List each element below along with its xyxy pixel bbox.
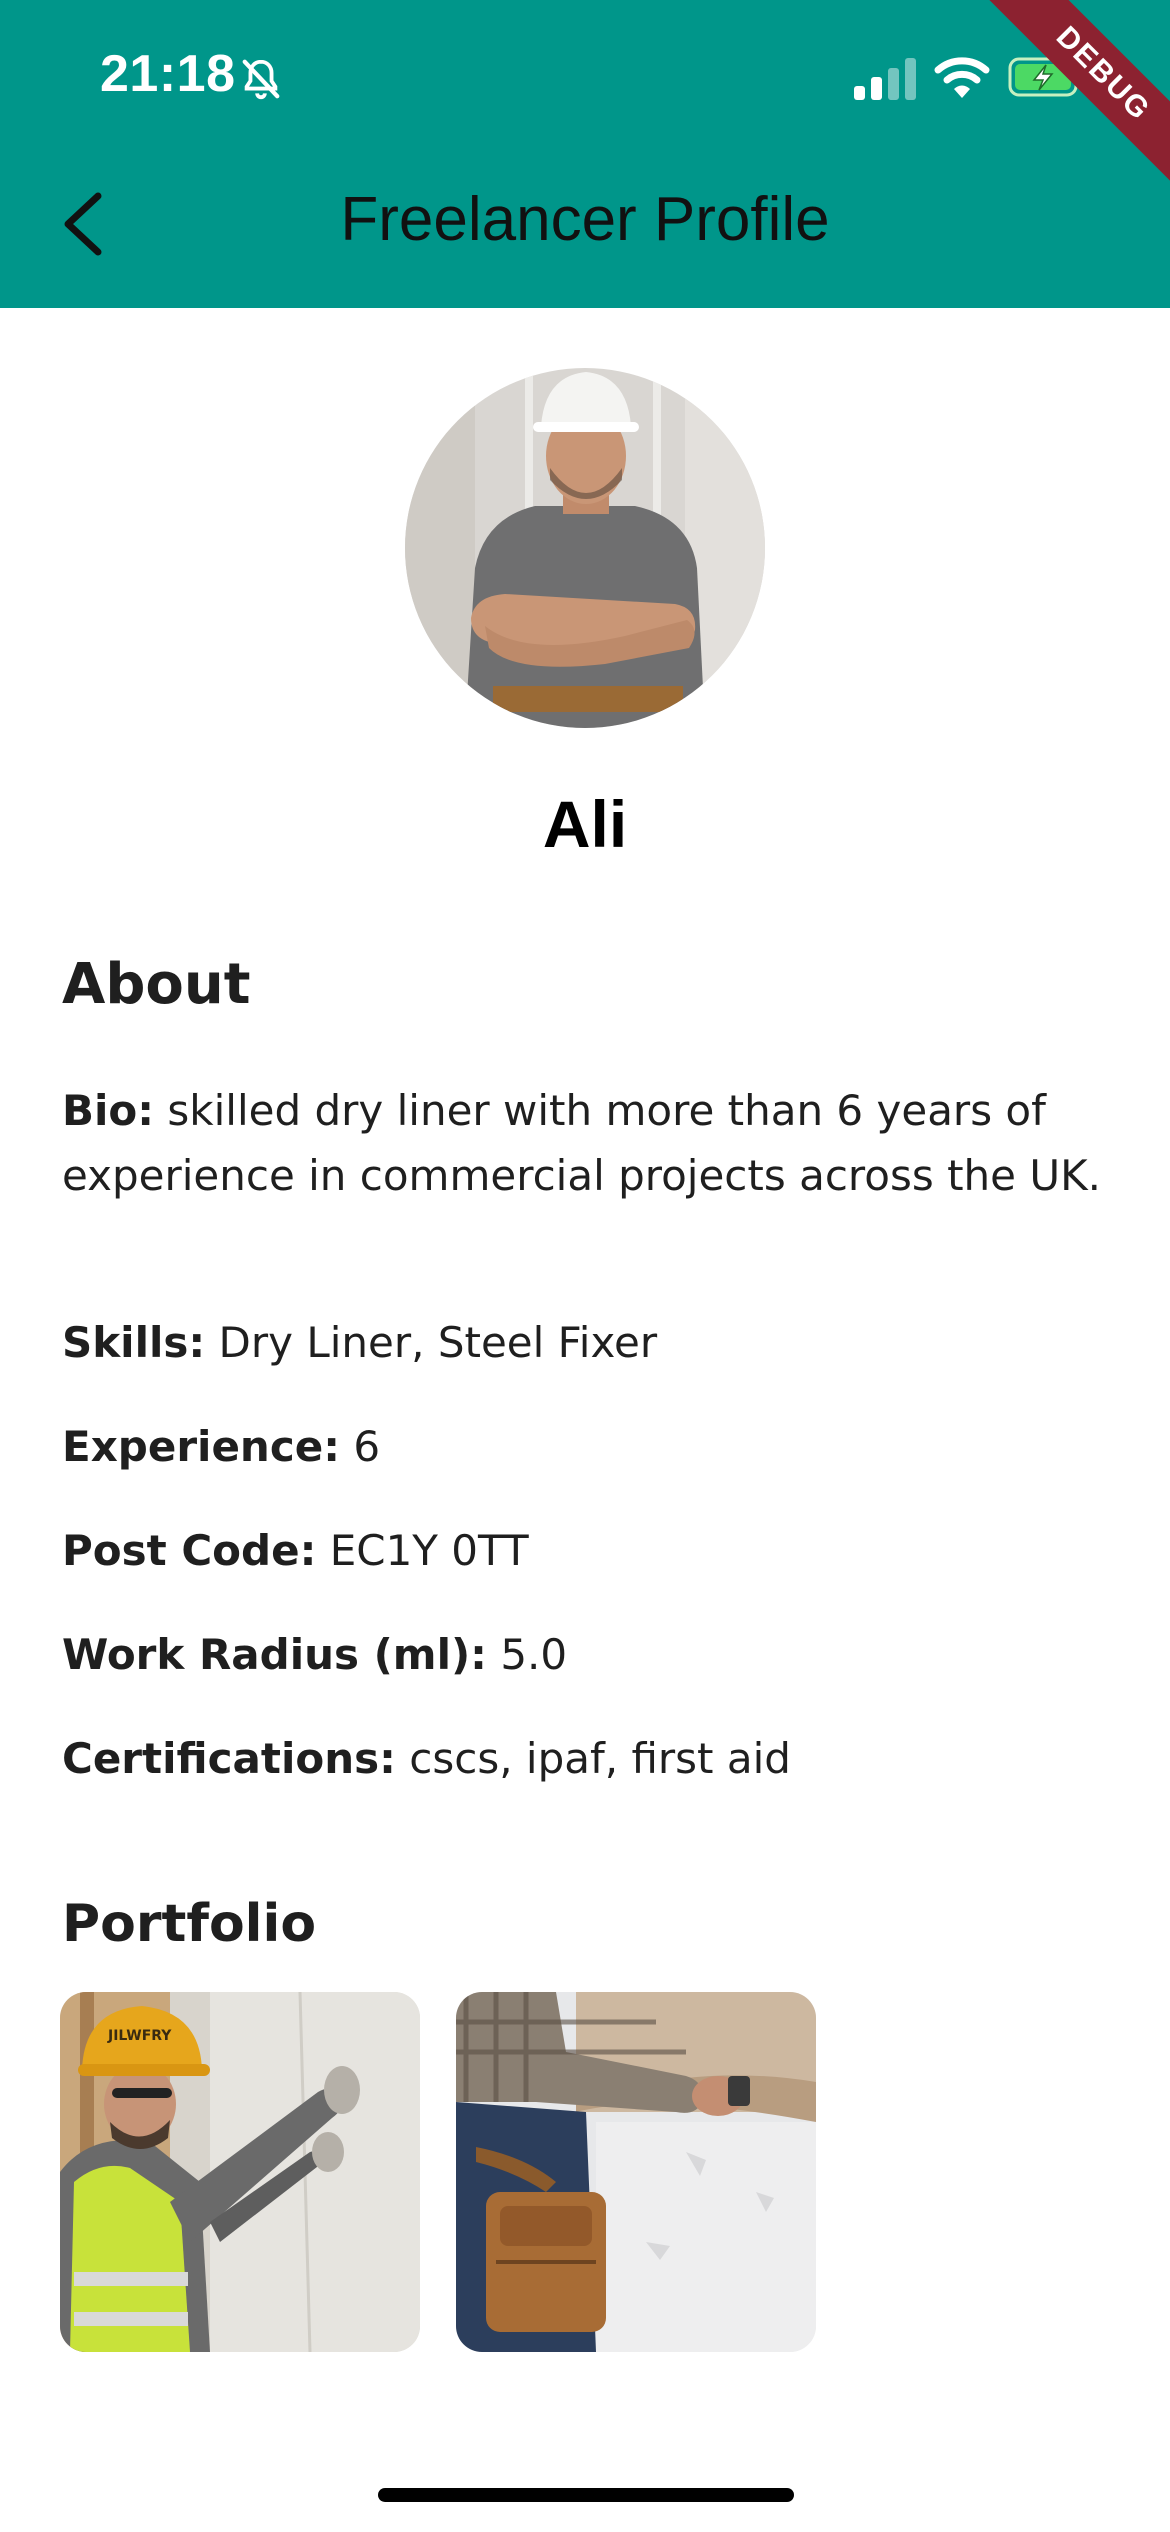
bio-label: Bio: [62, 1086, 155, 1135]
home-indicator[interactable] [378, 2488, 794, 2502]
skills-label: Skills: [62, 1318, 206, 1367]
portfolio-image-1[interactable]: JILWFRY [60, 1992, 420, 2352]
cellular-signal-icon [854, 58, 916, 100]
experience-detail: Experience: 6 [62, 1414, 1112, 1479]
experience-value: 6 [353, 1422, 381, 1471]
bell-slash-icon [242, 59, 280, 100]
postcode-label: Post Code: [62, 1526, 317, 1575]
status-time: 21:18 [100, 45, 236, 103]
certifications-detail: Certifications: cscs, ipaf, first aid [62, 1726, 1112, 1791]
helmet-text: JILWFRY [107, 2028, 172, 2044]
postcode-detail: Post Code: EC1Y 0TT [62, 1518, 1112, 1583]
work-radius-value: 5.0 [500, 1630, 568, 1679]
portfolio-image-2[interactable] [456, 1992, 816, 2352]
avatar [405, 368, 765, 728]
postcode-value: EC1Y 0TT [329, 1526, 529, 1575]
app-header: 21:18 DEBUG Freelancer Profile [0, 0, 1170, 308]
page-title: Freelancer Profile [340, 185, 830, 254]
work-radius-label: Work Radius (ml): [62, 1630, 487, 1679]
bio-detail: Bio: skilled dry liner with more than 6 … [62, 1078, 1112, 1208]
wifi-icon [934, 57, 990, 98]
skills-detail: Skills: Dry Liner, Steel Fixer [62, 1310, 1112, 1375]
skills-value: Dry Liner, Steel Fixer [218, 1318, 658, 1367]
debug-banner: DEBUG [966, 0, 1170, 211]
about-heading: About [62, 952, 251, 1017]
certifications-value: cscs, ipaf, first aid [409, 1734, 791, 1783]
bio-value: skilled dry liner with more than 6 years… [62, 1086, 1101, 1200]
certifications-label: Certifications: [62, 1734, 396, 1783]
work-radius-detail: Work Radius (ml): 5.0 [62, 1622, 1112, 1687]
portfolio-heading: Portfolio [62, 1894, 317, 1954]
experience-label: Experience: [62, 1422, 341, 1471]
profile-name: Ali [542, 787, 628, 861]
